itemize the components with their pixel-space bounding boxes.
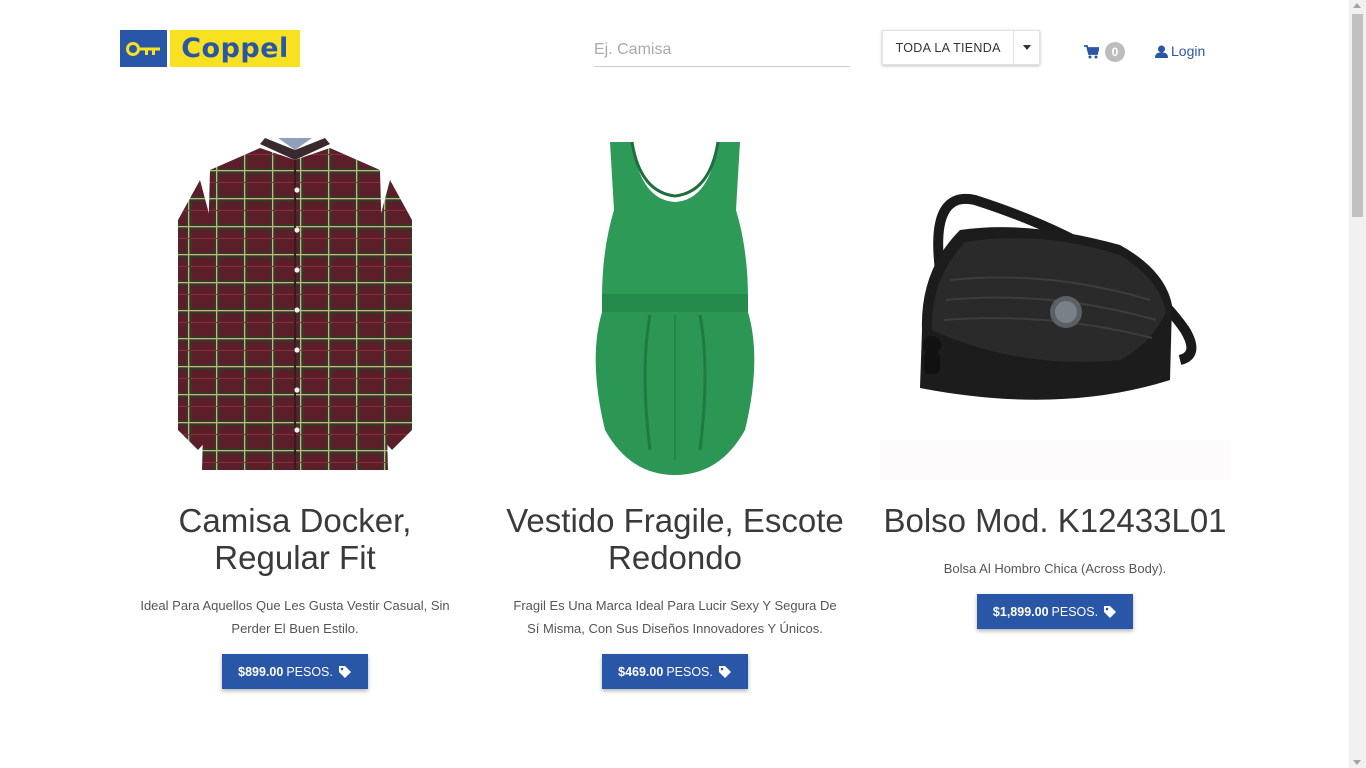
store-filter-label[interactable]: TODA LA TIENDA <box>883 31 1013 64</box>
product-image-black-bag[interactable] <box>880 130 1230 480</box>
key-icon <box>120 30 167 67</box>
product-card: Bolso Mod. K12433L01 Bolsa Al Hombro Chi… <box>880 130 1230 629</box>
page-scrollbar[interactable] <box>1349 0 1366 768</box>
coppel-logo[interactable]: Coppel <box>120 30 300 67</box>
cart-button[interactable]: 0 <box>1084 42 1125 62</box>
search-input[interactable] <box>594 34 850 67</box>
product-title[interactable]: Vestido Fragile, Escote Redondo <box>500 502 850 576</box>
product-price: $899.00 <box>238 664 284 679</box>
add-to-cart-button[interactable]: $469.00 PESOS. <box>602 654 748 689</box>
chevron-down-icon[interactable] <box>1013 31 1039 64</box>
product-image-plaid-shirt[interactable] <box>120 130 470 480</box>
tag-icon <box>718 665 731 678</box>
product-description: Bolsa Al Hombro Chica (Across Body). <box>943 561 1167 576</box>
logo-wordmark: Coppel <box>170 30 300 67</box>
price-currency: PESOS. <box>1051 604 1099 619</box>
product-description: Ideal Para Aquellos Que Les Gusta Vestir… <box>140 598 450 636</box>
scroll-up-icon[interactable] <box>1353 3 1361 8</box>
product-description: Fragil Es Una Marca Ideal Para Lucir Sex… <box>513 598 837 636</box>
product-price: $469.00 <box>618 664 664 679</box>
login-label: Login <box>1171 43 1206 59</box>
store-filter-dropdown[interactable]: TODA LA TIENDA <box>882 30 1040 65</box>
scrollbar-thumb[interactable] <box>1352 14 1363 217</box>
product-title[interactable]: Bolso Mod. K12433L01 <box>880 502 1230 539</box>
product-card: Vestido Fragile, Escote Redondo Fragil E… <box>500 130 850 689</box>
product-card: Camisa Docker, Regular Fit Ideal Para Aq… <box>120 130 470 689</box>
price-currency: PESOS. <box>666 664 713 679</box>
user-icon <box>1155 45 1168 58</box>
add-to-cart-button[interactable]: $1,899.00 PESOS. <box>976 594 1134 629</box>
tag-icon <box>1104 605 1117 618</box>
login-link[interactable]: Login <box>1155 43 1205 59</box>
tag-icon <box>338 665 351 678</box>
product-image-green-dress[interactable] <box>500 130 850 480</box>
add-to-cart-button[interactable]: $899.00 PESOS. <box>222 654 368 689</box>
cart-count-badge: 0 <box>1105 42 1125 62</box>
cart-icon <box>1084 45 1099 59</box>
price-currency: PESOS. <box>286 664 333 679</box>
scroll-down-icon[interactable] <box>1353 760 1361 765</box>
product-price: $1,899.00 <box>992 604 1049 619</box>
product-title[interactable]: Camisa Docker, Regular Fit <box>120 502 470 576</box>
